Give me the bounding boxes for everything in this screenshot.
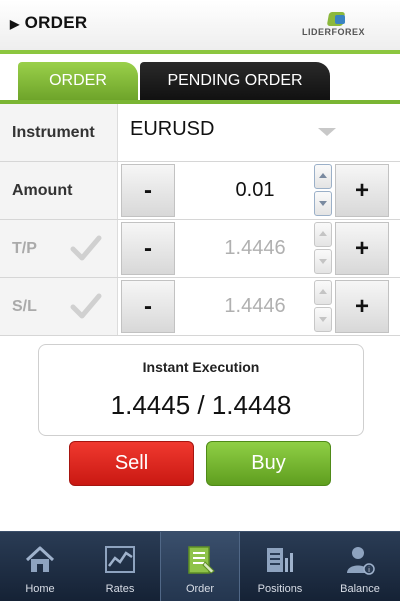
balance-icon: i (347, 547, 375, 575)
tp-plus-button[interactable]: + (335, 222, 389, 275)
order-tabs: ORDER PENDING ORDER (0, 54, 400, 102)
sl-input[interactable]: 1.4446 (176, 280, 334, 333)
tp-spinner (314, 222, 332, 274)
sl-minus-button[interactable]: - (121, 280, 175, 333)
sl-label: S/L (0, 278, 118, 335)
buy-button[interactable]: Buy (206, 441, 331, 486)
nav-item-balance[interactable]: i Balance (320, 532, 400, 601)
bottom-nav: Home Rates Order Positions i Balance (0, 531, 400, 601)
order-icon (188, 546, 215, 574)
sl-spinner (314, 280, 332, 332)
sl-spin-up-icon[interactable] (314, 280, 332, 305)
amount-label: Amount (0, 162, 118, 219)
sell-button[interactable]: Sell (69, 441, 194, 486)
tp-spin-up-icon[interactable] (314, 222, 332, 247)
nav-label-positions: Positions (257, 583, 303, 595)
app-header: ▶ ORDER LIDERFOREX (0, 0, 400, 50)
tp-spin-down-icon[interactable] (314, 249, 332, 274)
chevron-down-icon[interactable] (318, 128, 336, 136)
nav-label-rates: Rates (105, 583, 135, 595)
amount-plus-button[interactable]: + (335, 164, 389, 217)
logo-text: LIDERFOREX (302, 27, 366, 37)
instrument-label: Instrument (0, 104, 118, 161)
nav-item-order[interactable]: Order (160, 532, 240, 601)
amount-minus-button[interactable]: - (121, 164, 175, 217)
tp-check-icon[interactable] (70, 234, 102, 262)
chart-icon (105, 546, 135, 573)
amount-input[interactable]: 0.01 (176, 164, 334, 217)
positions-icon (267, 548, 293, 572)
sl-spin-down-icon[interactable] (314, 307, 332, 332)
tp-row: T/P - 1.4446 + (0, 220, 400, 278)
home-icon (25, 546, 55, 572)
amount-spin-up-icon[interactable] (314, 164, 332, 189)
liderforex-logo: LIDERFOREX (302, 12, 392, 40)
execution-panel: Instant Execution 1.4445 / 1.4448 (38, 344, 364, 436)
amount-row: Amount - 0.01 + (0, 162, 400, 220)
sl-row: S/L - 1.4446 + (0, 278, 400, 336)
play-icon: ▶ (10, 17, 20, 31)
nav-label-order: Order (185, 583, 215, 595)
tab-order[interactable]: ORDER (18, 62, 138, 100)
tab-pending-order[interactable]: PENDING ORDER (140, 62, 330, 100)
instrument-row: Instrument EURUSD (0, 104, 400, 162)
nav-item-home[interactable]: Home (0, 532, 80, 601)
nav-item-rates[interactable]: Rates (80, 532, 160, 601)
tp-input[interactable]: 1.4446 (176, 222, 334, 275)
instrument-select[interactable]: EURUSD (130, 118, 214, 141)
execution-title: Instant Execution (142, 359, 260, 375)
tp-minus-button[interactable]: - (121, 222, 175, 275)
nav-item-positions[interactable]: Positions (240, 532, 320, 601)
nav-label-home: Home (25, 583, 55, 595)
sl-plus-button[interactable]: + (335, 280, 389, 333)
amount-spinner (314, 164, 332, 216)
bid-ask-price: 1.4445 / 1.4448 (110, 390, 292, 420)
page-title: ▶ ORDER (10, 13, 88, 32)
tp-label: T/P (0, 220, 118, 277)
nav-label-balance: Balance (340, 583, 380, 595)
sl-check-icon[interactable] (70, 292, 102, 320)
amount-spin-down-icon[interactable] (314, 191, 332, 216)
